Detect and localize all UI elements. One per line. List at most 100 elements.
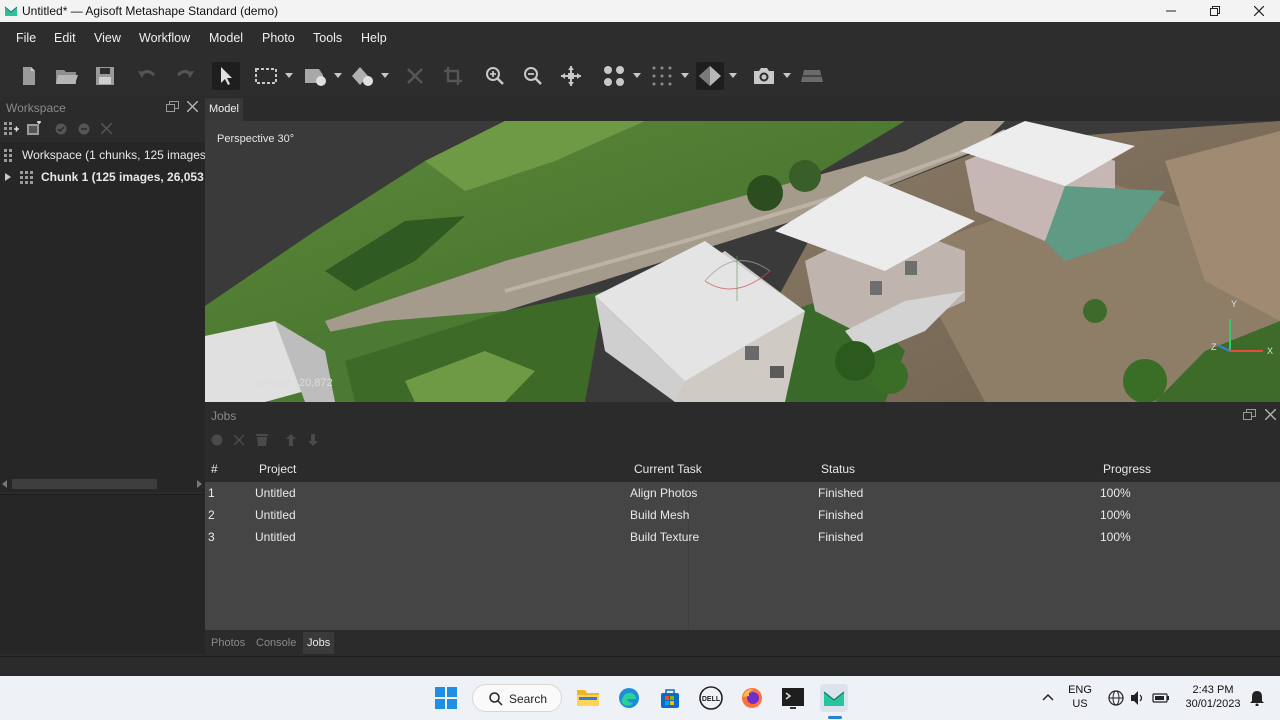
column-current-task[interactable]: Current Task bbox=[634, 462, 702, 476]
table-row[interactable]: 3 Untitled Build Texture Finished 100% bbox=[205, 526, 1280, 548]
open-button[interactable] bbox=[53, 62, 81, 90]
menu-workflow[interactable]: Workflow bbox=[139, 31, 190, 45]
model-view-button[interactable] bbox=[696, 62, 724, 90]
trash-icon[interactable] bbox=[256, 433, 268, 446]
firefox-button[interactable] bbox=[738, 684, 766, 712]
microsoft-store-button[interactable] bbox=[656, 684, 684, 712]
chunk-item[interactable]: Chunk 1 (125 images, 26,053 tie points) bbox=[0, 166, 205, 188]
add-chunk-icon[interactable] bbox=[4, 122, 19, 136]
menu-file[interactable]: File bbox=[16, 31, 36, 45]
scroll-left-icon[interactable] bbox=[2, 480, 7, 488]
folder-open-icon bbox=[56, 70, 78, 84]
menu-bar: File Edit View Workflow Model Photo Tool… bbox=[0, 22, 1280, 56]
clock[interactable]: 2:43 PM 30/01/2023 bbox=[1180, 684, 1246, 710]
model-viewport[interactable]: Y Z X Perspective 30° vertices: 20,872 bbox=[205, 121, 1280, 402]
capture-view-button[interactable] bbox=[750, 62, 778, 90]
tab-photos[interactable]: Photos bbox=[211, 637, 245, 649]
chevron-down-icon[interactable] bbox=[729, 73, 737, 79]
menu-edit[interactable]: Edit bbox=[54, 31, 76, 45]
expand-arrow-icon[interactable] bbox=[5, 173, 11, 181]
zoom-in-button[interactable] bbox=[481, 62, 509, 90]
delete-selection-button[interactable] bbox=[401, 62, 429, 90]
reset-view-button[interactable] bbox=[557, 62, 585, 90]
close-panel-icon[interactable] bbox=[187, 101, 198, 112]
menu-tools[interactable]: Tools bbox=[313, 31, 342, 45]
chevron-down-icon[interactable] bbox=[783, 73, 791, 79]
notification-bell-icon[interactable] bbox=[1250, 690, 1264, 706]
chevron-up-icon[interactable] bbox=[1042, 693, 1054, 701]
undo-icon bbox=[138, 70, 156, 78]
resize-region-button[interactable] bbox=[302, 62, 330, 90]
disable-icon[interactable] bbox=[78, 123, 90, 135]
chevron-down-icon[interactable] bbox=[381, 73, 389, 79]
taskbar-search-box[interactable]: Search bbox=[472, 684, 562, 712]
new-document-button[interactable] bbox=[15, 62, 43, 90]
rectangle-selection-button[interactable] bbox=[252, 62, 280, 90]
column-status[interactable]: Status bbox=[821, 462, 855, 476]
start-icon[interactable] bbox=[211, 434, 223, 446]
chevron-down-icon[interactable] bbox=[633, 73, 641, 79]
undock-icon[interactable] bbox=[1243, 409, 1256, 420]
workspace-root-item[interactable]: Workspace (1 chunks, 125 images) bbox=[0, 144, 205, 166]
file-explorer-button[interactable] bbox=[574, 684, 602, 712]
show-cameras-button[interactable] bbox=[600, 62, 628, 90]
rotate-object-button[interactable] bbox=[349, 62, 377, 90]
start-button[interactable] bbox=[432, 684, 460, 712]
scroll-right-icon[interactable] bbox=[197, 480, 202, 488]
crop-selection-button[interactable] bbox=[439, 62, 467, 90]
undo-button[interactable] bbox=[133, 62, 161, 90]
chevron-down-icon[interactable] bbox=[285, 73, 293, 79]
menu-model[interactable]: Model bbox=[209, 31, 243, 45]
menu-photo[interactable]: Photo bbox=[262, 31, 295, 45]
job-progress: 100% bbox=[1100, 530, 1131, 544]
column-project[interactable]: Project bbox=[259, 462, 296, 476]
remove-items-icon[interactable] bbox=[101, 123, 112, 134]
save-button[interactable] bbox=[91, 62, 119, 90]
add-photos-icon[interactable] bbox=[26, 121, 42, 137]
job-task: Build Texture bbox=[630, 530, 700, 544]
edge-browser-button[interactable] bbox=[615, 684, 643, 712]
point-cloud-button[interactable] bbox=[648, 62, 676, 90]
network-globe-icon[interactable] bbox=[1108, 690, 1124, 706]
scrollbar-thumb[interactable] bbox=[12, 479, 157, 489]
tab-model[interactable]: Model bbox=[205, 98, 243, 121]
workspace-horizontal-scrollbar[interactable] bbox=[0, 476, 205, 492]
show-region-button[interactable] bbox=[798, 62, 826, 90]
move-up-icon[interactable] bbox=[286, 434, 296, 446]
close-icon bbox=[1253, 5, 1265, 17]
chevron-down-icon[interactable] bbox=[334, 73, 342, 79]
dell-app-button[interactable]: DELL bbox=[697, 684, 725, 712]
pointer-arrow-icon bbox=[221, 67, 232, 85]
column-number[interactable]: # bbox=[211, 462, 218, 476]
chevron-down-icon[interactable] bbox=[681, 73, 689, 79]
menu-help[interactable]: Help bbox=[361, 31, 387, 45]
terminal-app-button[interactable] bbox=[779, 684, 807, 712]
speaker-icon[interactable] bbox=[1130, 690, 1146, 706]
column-progress[interactable]: Progress bbox=[1103, 462, 1151, 476]
table-row[interactable]: 2 Untitled Build Mesh Finished 100% bbox=[205, 504, 1280, 526]
window-title: Untitled* — Agisoft Metashape Standard (… bbox=[22, 4, 279, 18]
restore-icon bbox=[1210, 6, 1220, 16]
zoom-out-button[interactable] bbox=[519, 62, 547, 90]
workspace-toolbar bbox=[0, 118, 205, 140]
metashape-taskbar-button[interactable] bbox=[820, 684, 848, 712]
menu-view[interactable]: View bbox=[94, 31, 121, 45]
tab-jobs[interactable]: Jobs bbox=[303, 632, 335, 654]
close-button[interactable] bbox=[1236, 0, 1280, 22]
textured-model-icon bbox=[699, 66, 721, 86]
remove-job-icon[interactable] bbox=[234, 435, 244, 445]
undock-icon[interactable] bbox=[166, 101, 179, 112]
windows-taskbar: Search DELL ENG US 2:43 PM 30/01/2023 bbox=[0, 676, 1280, 720]
minimize-button[interactable] bbox=[1148, 0, 1194, 22]
redo-button[interactable] bbox=[171, 62, 199, 90]
enable-icon[interactable] bbox=[55, 123, 67, 135]
battery-icon[interactable] bbox=[1152, 691, 1170, 705]
tab-console[interactable]: Console bbox=[256, 637, 296, 649]
move-down-icon[interactable] bbox=[308, 434, 318, 446]
jobs-panel-title: Jobs bbox=[211, 409, 237, 423]
input-language-indicator[interactable]: ENG US bbox=[1064, 684, 1096, 710]
navigation-tool-button[interactable] bbox=[212, 62, 240, 90]
maximize-button[interactable] bbox=[1192, 0, 1238, 22]
close-panel-icon[interactable] bbox=[1265, 409, 1276, 420]
table-row[interactable]: 1 Untitled Align Photos Finished 100% bbox=[205, 482, 1280, 504]
